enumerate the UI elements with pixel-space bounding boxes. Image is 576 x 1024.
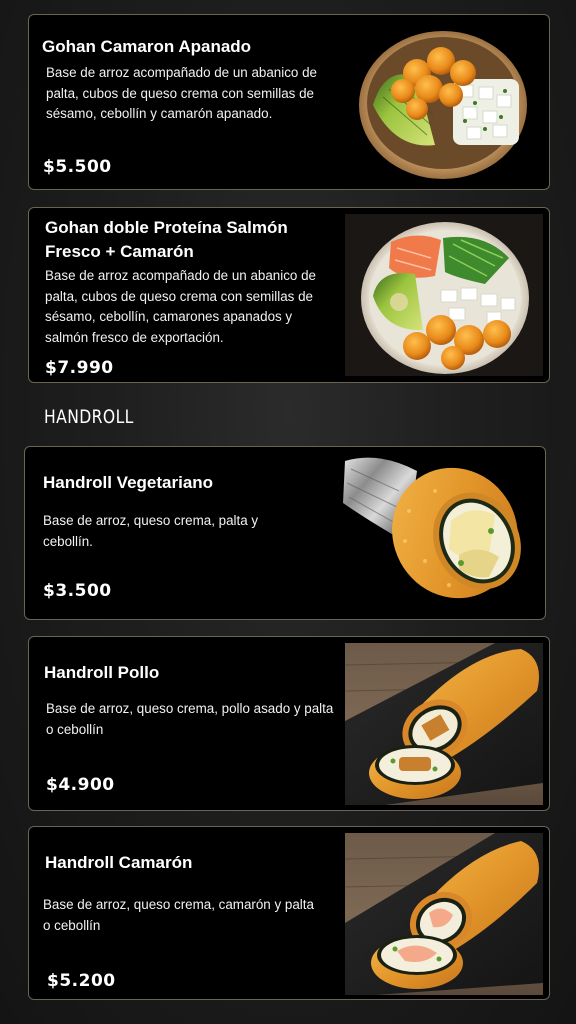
menu-item-description: Base de arroz acompañado de un abanico d… — [45, 268, 316, 345]
menu-item-description: Base de arroz, queso crema, camarón y pa… — [43, 897, 314, 933]
menu-item-card[interactable]: Gohan Camaron Apanado Base de arroz acom… — [28, 14, 550, 190]
menu-item-title: Handroll Pollo — [44, 663, 160, 682]
menu-item-price: $3.500 — [43, 581, 112, 601]
menu-item-title: Handroll Vegetariano — [43, 473, 214, 492]
menu-item-description: Base de arroz, queso crema, palta y cebo… — [43, 513, 259, 549]
menu-item-price: $5.200 — [47, 971, 116, 991]
handroll-foil-wrapped-image — [343, 457, 521, 599]
menu-item-card[interactable]: Handroll Pollo Base de arroz, queso crem… — [28, 636, 550, 811]
menu-item-description: Base de arroz acompañado de un abanico d… — [46, 65, 317, 121]
menu-item-description: Base de arroz, queso crema, pollo asado … — [46, 701, 334, 737]
menu-item-price: $4.900 — [46, 775, 115, 795]
menu-item-price: $5.500 — [43, 157, 112, 177]
menu-item-price: $7.990 — [45, 358, 114, 378]
menu-item-card[interactable]: Handroll Vegetariano Base de arroz, ques… — [24, 446, 546, 620]
handroll-pollo-image — [345, 643, 543, 805]
handroll-camaron-image — [345, 833, 543, 995]
menu-item-title: Gohan Camaron Apanado — [42, 37, 252, 56]
menu-item-card[interactable]: Handroll Camarón Base de arroz, queso cr… — [28, 826, 550, 1000]
gohan-bowl-salmon-shrimp-image — [345, 214, 543, 376]
section-heading-handroll: HANDROLL — [44, 406, 134, 428]
menu-item-card[interactable]: Gohan doble Proteína Salmón Fresco + Cam… — [28, 207, 550, 383]
gohan-bowl-shrimp-image — [359, 31, 527, 179]
menu-item-title: Handroll Camarón — [45, 853, 193, 872]
menu-item-title: Gohan doble Proteína Salmón Fresco + Cam… — [45, 218, 288, 261]
